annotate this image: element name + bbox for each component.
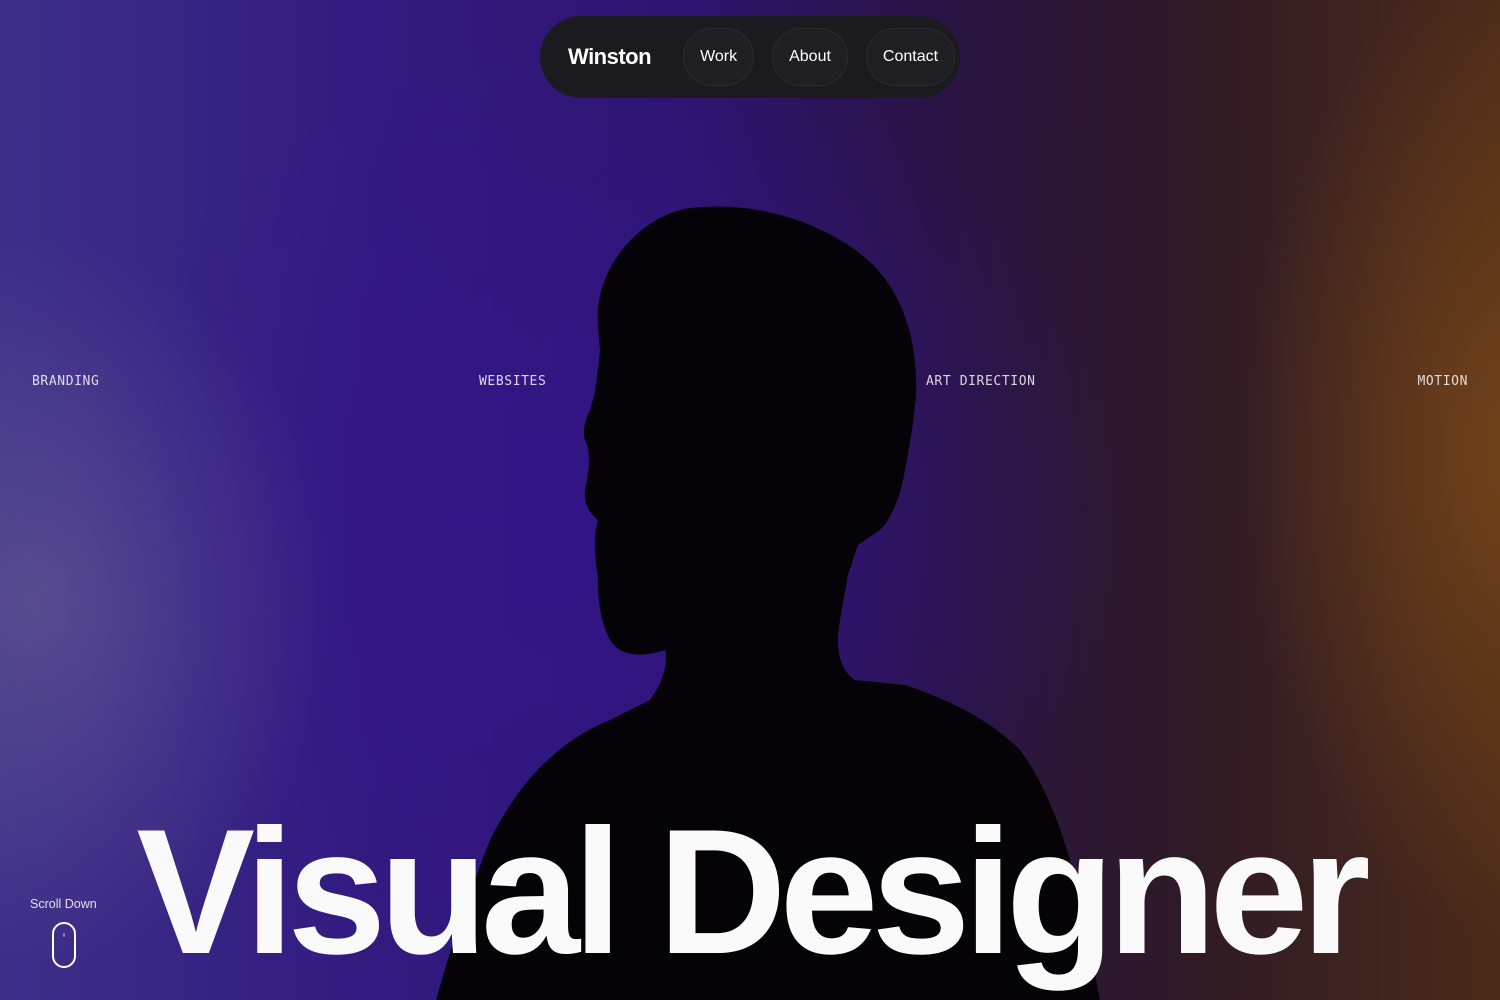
top-nav: Winston Work About Contact (540, 16, 960, 98)
mouse-icon[interactable] (52, 922, 76, 968)
service-websites: WEBSITES (479, 374, 547, 389)
brand-logo[interactable]: Winston (568, 44, 652, 70)
service-branding: BRANDING (32, 374, 100, 389)
scroll-down-label: Scroll Down (30, 897, 97, 911)
nav-link-work[interactable]: Work (683, 28, 755, 86)
page: Winston Work About Contact BRANDING WEBS… (0, 0, 1500, 1000)
nav-link-contact[interactable]: Contact (865, 28, 956, 86)
hero-headline: Visual Designer (136, 792, 1370, 992)
mouse-wheel (63, 933, 65, 937)
service-motion: MOTION (1417, 374, 1468, 389)
nav-link-about[interactable]: About (772, 28, 848, 86)
service-art-direction: ART DIRECTION (926, 374, 1036, 389)
